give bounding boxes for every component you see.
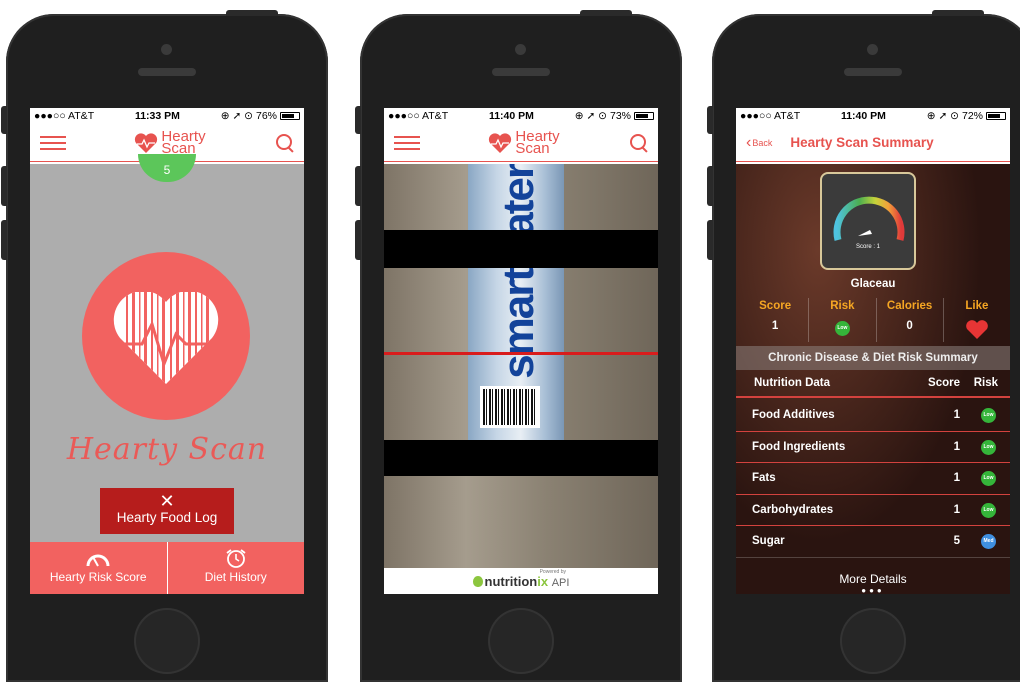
- screen-scanner: ●●●○○ AT&T 11:40 PM ⊕ ➚ ⊙ 73% Hearty Scan …: [384, 108, 658, 594]
- stat-score: Score 1: [759, 300, 792, 332]
- battery-percent: 72%: [961, 110, 983, 122]
- clock: 11:40 PM: [840, 110, 886, 122]
- risk-badge: Low: [981, 502, 996, 518]
- battery-icon: [280, 112, 300, 120]
- back-button[interactable]: ‹ Back: [746, 133, 773, 151]
- tab-diet-history-label: Diet History: [204, 570, 267, 584]
- status-icons: ⊕ ➚ ⊙: [574, 110, 607, 122]
- top-nav: ‹ Back Hearty Scan Summary: [736, 124, 1010, 162]
- table-row[interactable]: Sugar 5 Med: [736, 526, 1010, 558]
- fork-knife-icon: ✕: [159, 491, 175, 511]
- food-log-label: Hearty Food Log: [116, 510, 218, 525]
- heart-icon[interactable]: [966, 320, 988, 339]
- table-row[interactable]: Carbohydrates 1 Low: [736, 495, 1010, 526]
- clock: 11:33 PM: [134, 110, 180, 122]
- section-title: Chronic Disease & Diet Risk Summary: [736, 346, 1010, 370]
- back-label: Back: [752, 137, 773, 148]
- food-log-button[interactable]: ✕ Hearty Food Log: [100, 488, 234, 534]
- alarm-clock-icon: [226, 549, 246, 568]
- nutrition-table: Food Additives 1 Low Food Ingredients 1 Low …: [736, 400, 1010, 558]
- search-icon[interactable]: [628, 133, 648, 153]
- table-row[interactable]: Food Ingredients 1 Low: [736, 432, 1010, 463]
- risk-badge: Low: [981, 471, 996, 487]
- stat-risk: Risk Low: [808, 298, 875, 342]
- gauge-icon: [86, 554, 110, 567]
- scan-mask-top: [384, 230, 658, 268]
- heart-logo-icon: [135, 132, 158, 153]
- tab-bar: Hearty Risk Score Diet History: [30, 542, 304, 594]
- battery-percent: 73%: [609, 110, 631, 122]
- status-bar: ●●●○○ AT&T 11:33 PM ⊕ ➚ ⊙ 76%: [30, 108, 304, 124]
- screen-summary: ●●●○○ AT&T 11:40 PM ⊕ ➚ ⊙ 72% ‹ Back Heart…: [736, 108, 1010, 594]
- top-nav: Hearty Scan: [384, 124, 658, 162]
- heart-logo-icon: [489, 132, 512, 153]
- powered-by-label: Powered by: [539, 569, 566, 575]
- scan-heart-button[interactable]: [82, 252, 250, 420]
- gauge-icon: Score : 1: [833, 196, 905, 250]
- tab-diet-history[interactable]: Diet History: [166, 542, 305, 594]
- app-title: Hearty Scan: [66, 432, 268, 467]
- phone-scanner: ●●●○○ AT&T 11:40 PM ⊕ ➚ ⊙ 73% Hearty Scan …: [355, 10, 682, 682]
- phone-summary: ●●●○○ AT&T 11:40 PM ⊕ ➚ ⊙ 72% ‹ Back Heart…: [707, 10, 1020, 682]
- clock: 11:40 PM: [488, 110, 534, 122]
- stat-calories: Calories 0: [875, 298, 943, 342]
- home-button[interactable]: [134, 608, 200, 674]
- risk-badge: Med: [981, 534, 996, 550]
- status-icons: ⊕ ➚ ⊙: [220, 110, 253, 122]
- stat-like[interactable]: Like: [942, 298, 1010, 342]
- more-details-link[interactable]: More Details: [736, 572, 1010, 586]
- home-button[interactable]: [488, 608, 554, 674]
- table-header: Nutrition Data Score Risk: [736, 370, 1010, 398]
- hamburger-menu-icon[interactable]: [40, 135, 66, 150]
- status-bar: ●●●○○ AT&T 11:40 PM ⊕ ➚ ⊙ 72%: [736, 108, 1010, 124]
- score-badge[interactable]: 5: [138, 154, 196, 182]
- stats-row: Score 1 Risk Low Calories 0 Like: [742, 298, 1010, 342]
- nutritionix-apple-icon: [472, 575, 483, 587]
- risk-badge: Low: [834, 321, 850, 336]
- nutritionix-logo: nutritionix API: [484, 573, 570, 589]
- heart-barcode-icon: [113, 292, 219, 384]
- scan-line: [384, 352, 658, 355]
- camera-viewfinder[interactable]: smartwater: [384, 164, 658, 568]
- hamburger-menu-icon[interactable]: [394, 135, 420, 150]
- carrier: ●●●○○ AT&T: [388, 110, 449, 122]
- home-body: 5 Hearty Scan ✕ Hearty Food Log Hearty R…: [30, 154, 304, 594]
- table-row[interactable]: Fats 1 Low: [736, 463, 1010, 495]
- status-icons: ⊕ ➚ ⊙: [926, 110, 959, 122]
- bottle-label: smartwater: [494, 164, 543, 379]
- carrier: ●●●○○ AT&T: [740, 110, 801, 122]
- app-mockups: ●●●○○ AT&T 11:33 PM ⊕ ➚ ⊙ 76% Hearty Scan …: [0, 0, 1020, 682]
- carrier: ●●●○○ AT&T: [34, 110, 95, 122]
- app-logo: Hearty Scan: [488, 129, 560, 156]
- chevron-left-icon: ‹: [746, 133, 752, 151]
- tab-risk-score[interactable]: Hearty Risk Score: [30, 542, 167, 594]
- app-logo: Hearty Scan: [134, 129, 206, 156]
- status-bar: ●●●○○ AT&T 11:40 PM ⊕ ➚ ⊙ 73%: [384, 108, 658, 124]
- table-row[interactable]: Food Additives 1 Low: [736, 400, 1010, 432]
- battery-icon: [634, 112, 654, 120]
- risk-badge: Low: [981, 408, 996, 424]
- product-name: Glaceau: [850, 278, 896, 290]
- battery-percent: 76%: [255, 110, 277, 122]
- phone-home: ●●●○○ AT&T 11:33 PM ⊕ ➚ ⊙ 76% Hearty Scan …: [1, 10, 328, 682]
- search-icon[interactable]: [274, 133, 294, 153]
- page-title: Hearty Scan Summary: [790, 135, 934, 150]
- page-indicator: ●●●: [861, 586, 885, 594]
- summary-body: Score : 1 Glaceau Score 1 Risk Low Calorie…: [736, 164, 1010, 594]
- scan-mask-bottom: [384, 440, 658, 476]
- battery-icon: [986, 112, 1006, 120]
- powered-by-footer: Powered by nutritionix API: [384, 568, 658, 594]
- product-barcode: [480, 386, 540, 428]
- screen-home: ●●●○○ AT&T 11:33 PM ⊕ ➚ ⊙ 76% Hearty Scan …: [30, 108, 304, 594]
- score-gauge: Score : 1: [820, 172, 916, 270]
- risk-badge: Low: [981, 439, 996, 455]
- tab-risk-score-label: Hearty Risk Score: [49, 570, 147, 584]
- svg-text:Score : 1: Score : 1: [856, 244, 881, 250]
- home-button[interactable]: [840, 608, 906, 674]
